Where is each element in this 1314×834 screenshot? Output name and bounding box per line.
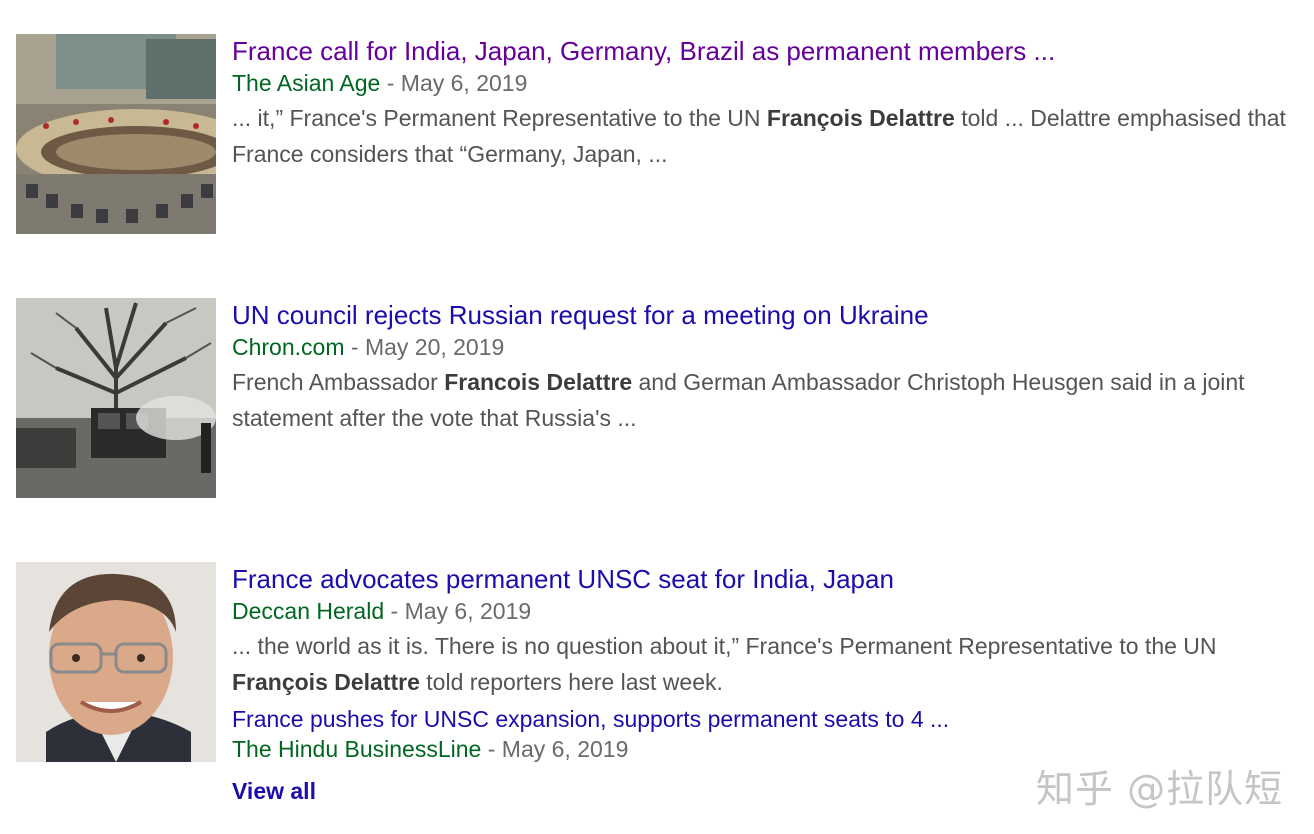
news-result-2: UN council rejects Russian request for a… [16,298,1296,498]
snippet-text: told reporters here last week. [419,669,723,695]
result-date: May 6, 2019 [400,70,528,96]
ukraine-tree-vehicle-photo-icon [16,298,216,498]
date-separator: - [344,334,365,360]
news-result-1: France call for India, Japan, Germany, B… [16,34,1296,234]
result-thumbnail[interactable] [16,34,216,234]
date-separator: - [380,70,401,96]
news-result-3: France advocates permanent UNSC seat for… [16,562,1296,782]
result-body: France advocates permanent UNSC seat for… [232,562,1292,764]
result-title-link[interactable]: UN council rejects Russian request for a… [232,298,1292,332]
snippet-text: ... the world as it is. There is no ques… [232,633,1217,659]
result-snippet: ... the world as it is. There is no ques… [232,628,1292,700]
snippet-highlight: François Delattre [766,105,955,131]
result-snippet: French Ambassador Francois Delattre and … [232,364,1292,436]
snippet-text: French Ambassador [232,369,445,395]
result-title-link[interactable]: France advocates permanent UNSC seat for… [232,562,1292,596]
result-meta: The Asian Age - May 6, 2019 [232,68,1292,98]
date-separator: - [384,598,405,624]
man-portrait-photo-icon [16,562,216,762]
result-meta: Deccan Herald - May 6, 2019 [232,596,1292,626]
snippet-highlight: Francois Delattre [444,369,633,395]
result-snippet: ... it,” France's Permanent Representati… [232,100,1292,172]
result-source: The Asian Age [232,70,381,96]
snippet-text: ... it,” France's Permanent Representati… [232,105,767,131]
related-story-date: May 6, 2019 [501,736,629,762]
un-security-council-chamber-photo-icon [16,34,216,234]
result-title-link[interactable]: France call for India, Japan, Germany, B… [232,34,1292,68]
snippet-highlight: François Delattre [232,669,420,695]
related-story-link[interactable]: France pushes for UNSC expansion, suppor… [232,704,1292,734]
related-story-source: The Hindu BusinessLine [232,736,482,762]
result-date: May 6, 2019 [404,598,532,624]
result-thumbnail[interactable] [16,298,216,498]
result-body: France call for India, Japan, Germany, B… [232,34,1292,172]
result-body: UN council rejects Russian request for a… [232,298,1292,436]
watermark: 知乎 @拉队短 [1036,767,1284,811]
date-separator: - [481,736,502,762]
result-date: May 20, 2019 [364,334,505,360]
result-source: Chron.com [232,334,345,360]
result-meta: Chron.com - May 20, 2019 [232,332,1292,362]
result-source: Deccan Herald [232,598,385,624]
view-all-link[interactable]: View all [232,778,316,805]
result-thumbnail[interactable] [16,562,216,762]
